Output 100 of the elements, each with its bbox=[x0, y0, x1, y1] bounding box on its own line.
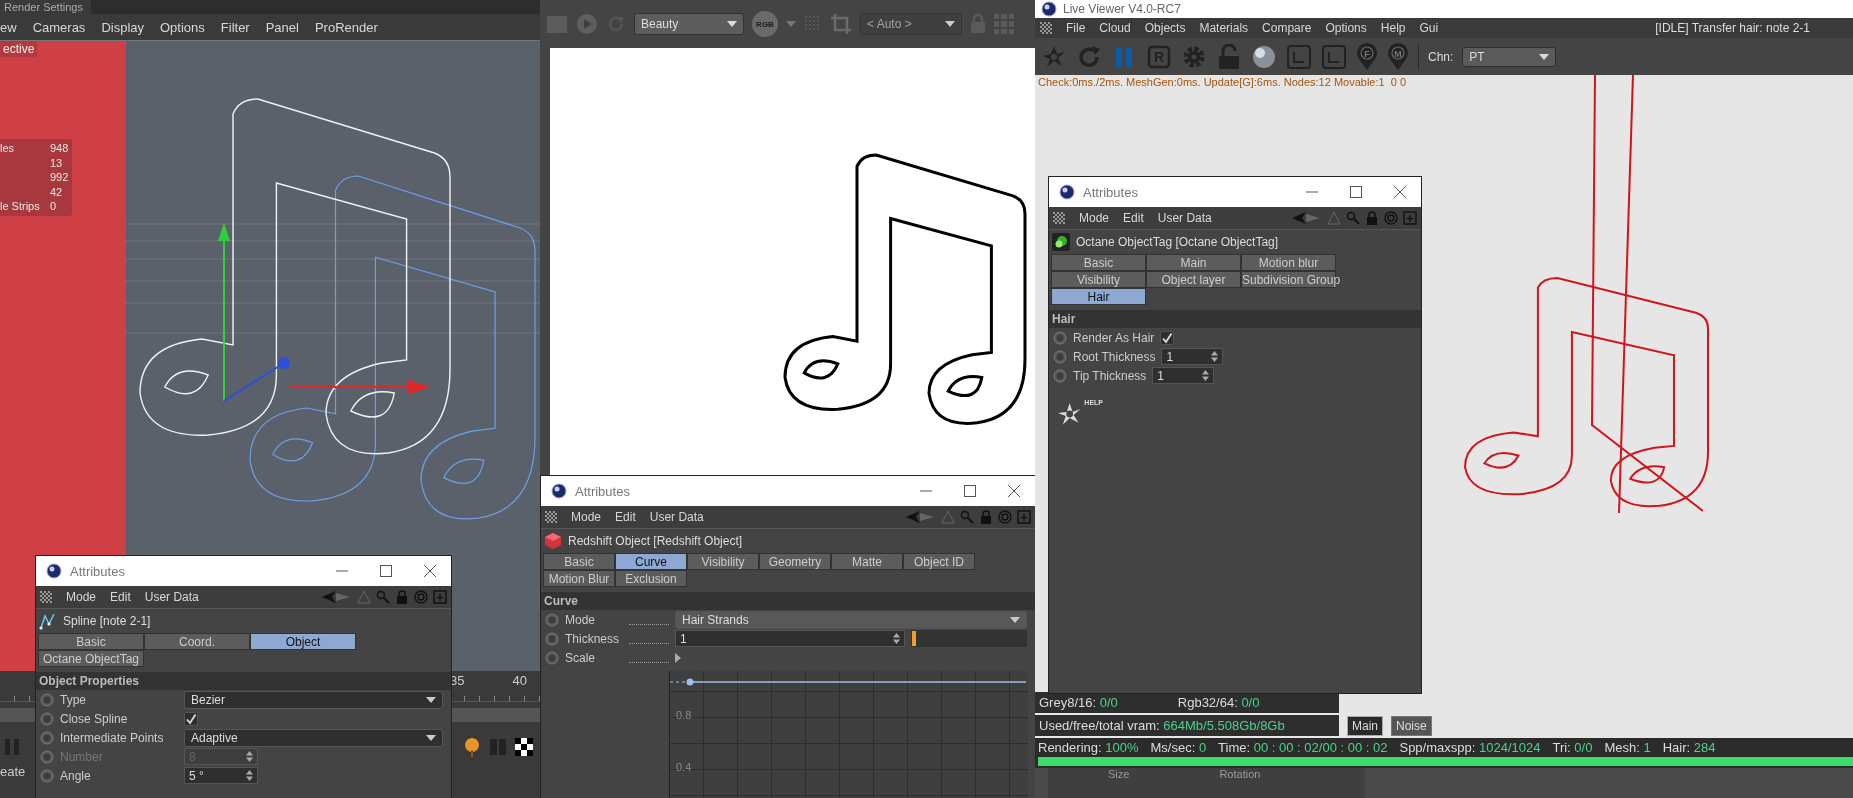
menu-item[interactable]: User Data bbox=[144, 590, 199, 604]
spinner-icon[interactable] bbox=[246, 770, 253, 781]
maximize-button[interactable] bbox=[379, 564, 393, 578]
search-icon[interactable] bbox=[960, 510, 974, 524]
tab[interactable]: Matte bbox=[831, 553, 903, 570]
target-icon[interactable] bbox=[414, 590, 428, 604]
menu-item[interactable]: Edit bbox=[1123, 211, 1144, 225]
panel-tab[interactable]: Render Settings bbox=[0, 0, 91, 14]
tab[interactable]: Noise bbox=[1391, 716, 1432, 736]
tab[interactable]: Object bbox=[250, 633, 356, 650]
keyframe-circle-icon[interactable] bbox=[545, 612, 559, 627]
lock-icon[interactable] bbox=[395, 590, 409, 604]
tab[interactable]: Coord. bbox=[144, 633, 250, 650]
slider-track[interactable] bbox=[911, 630, 1027, 647]
number-field[interactable]: 5 ° bbox=[184, 767, 258, 784]
dropdown[interactable]: Bezier bbox=[184, 690, 443, 709]
close-button[interactable] bbox=[1393, 185, 1407, 199]
number-field[interactable]: 1 bbox=[675, 630, 905, 647]
view-label[interactable]: ective bbox=[0, 41, 38, 57]
keyframe-circle-icon[interactable] bbox=[545, 650, 559, 665]
clapperboard-icon[interactable] bbox=[546, 14, 568, 34]
menu-item[interactable]: Mode bbox=[1079, 211, 1110, 225]
menu-item[interactable]: User Data bbox=[649, 510, 704, 524]
frame-icon[interactable] bbox=[1321, 43, 1347, 70]
spinner-icon[interactable] bbox=[1211, 351, 1219, 362]
tab[interactable]: Motion Blur bbox=[543, 570, 615, 587]
menu-item[interactable]: Display bbox=[101, 19, 144, 35]
menu-item[interactable]: Gui bbox=[1419, 21, 1439, 35]
tab[interactable]: Basic bbox=[1051, 254, 1146, 271]
menu-item[interactable]: Help bbox=[1380, 21, 1406, 35]
new-panel-icon[interactable] bbox=[1403, 211, 1417, 225]
keyframe-circle-icon[interactable] bbox=[40, 711, 54, 726]
slider-handle[interactable] bbox=[912, 631, 917, 646]
number-field[interactable]: 1 bbox=[1161, 348, 1224, 365]
menu-item[interactable]: Panel bbox=[265, 19, 299, 35]
button-label[interactable]: eate bbox=[0, 764, 26, 779]
close-button[interactable] bbox=[423, 564, 437, 578]
menu-item[interactable]: Objects bbox=[1144, 21, 1186, 35]
dropdown[interactable]: Hair Strands bbox=[675, 610, 1027, 629]
crop-icon[interactable] bbox=[830, 13, 852, 35]
maximize-button[interactable] bbox=[963, 484, 977, 498]
tab[interactable]: Main bbox=[1347, 716, 1383, 736]
tab[interactable]: Object layer bbox=[1146, 271, 1241, 288]
tab[interactable]: Basic bbox=[38, 633, 144, 650]
tab[interactable]: Octane ObjectTag bbox=[38, 650, 144, 667]
menu-item[interactable]: ProRender bbox=[314, 19, 378, 35]
menu-item[interactable]: Materials bbox=[1199, 21, 1249, 35]
up-arrow-icon[interactable] bbox=[357, 590, 371, 604]
spinner-icon[interactable] bbox=[893, 633, 900, 644]
new-panel-icon[interactable] bbox=[433, 590, 447, 604]
grip-icon[interactable] bbox=[545, 511, 557, 523]
unlocked-lock-icon[interactable] bbox=[1216, 43, 1242, 70]
dropdown[interactable]: PT bbox=[1462, 46, 1557, 67]
tab[interactable]: Hair bbox=[1051, 288, 1146, 305]
menu-item[interactable]: Cloud bbox=[1099, 21, 1131, 35]
sphere-icon[interactable] bbox=[1251, 43, 1277, 70]
keyframe-circle-icon[interactable] bbox=[1053, 330, 1067, 345]
grip-icon[interactable] bbox=[1053, 212, 1065, 224]
spinner-icon[interactable] bbox=[1202, 370, 1210, 381]
keyframe-circle-icon[interactable] bbox=[40, 692, 54, 707]
tab[interactable]: Main bbox=[1146, 254, 1241, 271]
keyframe-circle-icon[interactable] bbox=[40, 730, 54, 745]
pause-icon[interactable] bbox=[2, 736, 22, 758]
tab[interactable]: Exclusion bbox=[615, 570, 687, 587]
grip-icon[interactable] bbox=[1040, 22, 1052, 34]
keyframe-circle-icon[interactable] bbox=[40, 768, 54, 783]
up-arrow-icon[interactable] bbox=[941, 510, 955, 524]
caret-icon[interactable] bbox=[786, 21, 796, 27]
dropdown[interactable]: Beauty bbox=[634, 13, 744, 35]
menu-item[interactable]: Mode bbox=[66, 590, 97, 604]
menu-item[interactable]: Edit bbox=[615, 510, 636, 524]
lock-icon[interactable] bbox=[979, 510, 993, 524]
menu-item[interactable]: File bbox=[1066, 21, 1086, 35]
menu-item[interactable]: Options bbox=[1325, 21, 1367, 35]
tab[interactable]: Visibility bbox=[1051, 271, 1146, 288]
play-button[interactable] bbox=[576, 13, 598, 35]
keyframe-circle-icon[interactable] bbox=[545, 631, 559, 646]
menu-item[interactable]: Edit bbox=[110, 590, 131, 604]
search-icon[interactable] bbox=[376, 590, 390, 604]
new-panel-icon[interactable] bbox=[1017, 510, 1031, 524]
map-pin-button[interactable]: F bbox=[1356, 42, 1378, 71]
tab[interactable]: Visibility bbox=[687, 553, 759, 570]
tab[interactable]: Geometry bbox=[759, 553, 831, 570]
checkbox[interactable] bbox=[184, 711, 198, 726]
menu-item[interactable]: Filter bbox=[220, 19, 250, 35]
dropdown[interactable]: < Auto > bbox=[860, 13, 962, 35]
keyframe-circle-icon[interactable] bbox=[1053, 349, 1067, 364]
map-pin-button[interactable]: M bbox=[1387, 42, 1409, 71]
menu-item[interactable]: Compare bbox=[1262, 21, 1312, 35]
number-field[interactable]: 1 bbox=[1152, 367, 1215, 384]
tab[interactable]: Object ID bbox=[903, 553, 975, 570]
close-button[interactable] bbox=[1007, 484, 1021, 498]
dropdown[interactable]: Adaptive bbox=[184, 728, 443, 747]
expand-arrow-icon[interactable] bbox=[675, 652, 681, 663]
up-arrow-icon[interactable] bbox=[1327, 211, 1341, 225]
keyframe-circle-icon[interactable] bbox=[1053, 368, 1067, 383]
grip-icon[interactable] bbox=[40, 591, 52, 603]
tab[interactable]: Motion blur bbox=[1241, 254, 1336, 271]
tab[interactable]: Curve bbox=[615, 553, 687, 570]
menu-item[interactable]: User Data bbox=[1157, 211, 1212, 225]
